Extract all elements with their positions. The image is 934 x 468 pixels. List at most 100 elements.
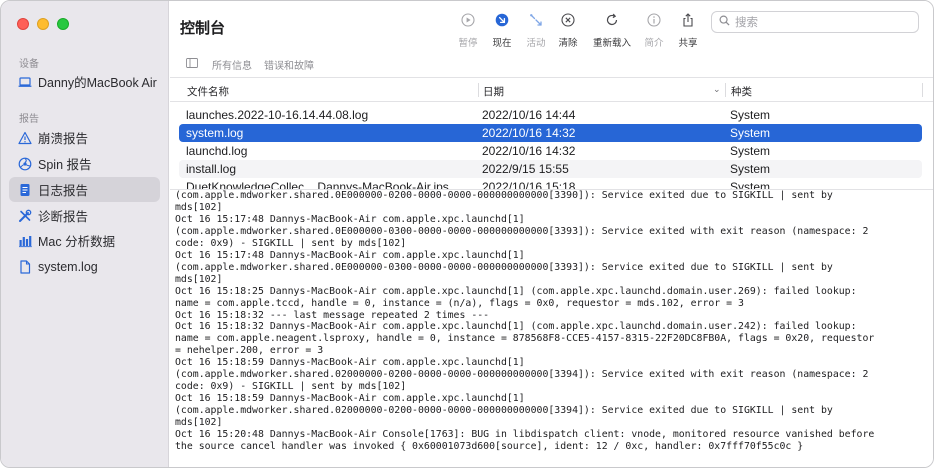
table-row[interactable]: launchd.log 2022/10/16 14:32 System xyxy=(179,142,922,160)
log-line: (com.apple.mdworker.shared.0E000000-0300… xyxy=(175,225,869,237)
reload-label: 重新载入 xyxy=(592,38,631,49)
column-header: 文件名称 日期 ⌄ 种类 xyxy=(170,79,933,101)
tab-all-messages[interactable]: 所有信息 xyxy=(212,57,252,72)
log-line: name = com.apple.neagent.lsproxy, handle… xyxy=(175,333,875,345)
log-line: name = com.apple.tccd, handle = 0, insta… xyxy=(175,297,744,309)
log-line: Oct 16 15:18:32 --- last message repeate… xyxy=(175,309,490,321)
sidebar-item-system-log[interactable]: system.log xyxy=(9,254,160,279)
search-field[interactable]: 搜索 xyxy=(711,11,919,33)
log-line: code: 0x9) - SIGKILL | sent by mds[102] xyxy=(175,237,407,249)
window-controls xyxy=(17,18,69,30)
file-kind: System xyxy=(730,180,771,189)
log-line: the source cancel handler was invoked { … xyxy=(175,441,804,453)
log-content[interactable]: (com.apple.mdworker.shared.0E000000-0200… xyxy=(175,190,930,467)
column-name[interactable]: 文件名称 xyxy=(187,84,229,99)
sidebar-item-diagnostic-reports[interactable]: 诊断报告 xyxy=(9,203,160,228)
sidebar-item-label: Danny的MacBook Air xyxy=(38,76,157,90)
tab-errors-faults[interactable]: 错误和故障 xyxy=(264,57,314,72)
now-icon xyxy=(495,13,509,30)
share-label: 共享 xyxy=(678,38,698,49)
share-icon xyxy=(681,12,695,30)
sidebar-item-label: system.log xyxy=(38,259,98,274)
sidebar-item-device[interactable]: Danny的MacBook Air xyxy=(9,69,160,94)
file-list: launches.2022-10-16.14.44.08.log 2022/10… xyxy=(179,106,922,189)
share-button[interactable]: 共享 xyxy=(666,11,710,49)
file-name: launchd.log xyxy=(186,144,248,158)
pause-icon xyxy=(461,12,475,30)
activity-icon xyxy=(529,13,543,30)
file-name: install.log xyxy=(186,162,237,176)
log-line: (com.apple.mdworker.shared.0E000000-0200… xyxy=(175,190,833,201)
sidebar-item-label: 诊断报告 xyxy=(38,210,89,224)
table-row-selected[interactable]: system.log 2022/10/16 14:32 System xyxy=(179,124,922,142)
filter-bar: 所有信息 错误和故障 xyxy=(170,53,933,75)
sidebar-item-spin-reports[interactable]: Spin 报告 xyxy=(9,151,160,176)
file-date: 2022/10/16 15:18 xyxy=(482,180,576,189)
log-line: mds[102] xyxy=(175,273,223,285)
log-line: Oct 16 15:18:32 Dannys-MacBook-Air com.a… xyxy=(175,321,857,333)
log-line: Oct 16 15:18:25 Dannys-MacBook-Air com.a… xyxy=(175,285,857,297)
sidebar-item-label: 日志报告 xyxy=(38,184,89,198)
search-icon xyxy=(719,15,735,29)
column-kind[interactable]: 种类 xyxy=(731,84,752,99)
column-date[interactable]: 日期 xyxy=(483,84,504,99)
sidebar-item-crash-reports[interactable]: 崩溃报告 xyxy=(9,125,160,150)
info-icon xyxy=(647,12,661,30)
log-line: mds[102] xyxy=(175,417,223,429)
file-name: launches.2022-10-16.14.44.08.log xyxy=(186,108,369,122)
log-line: = nehelper.200, error = 3 xyxy=(175,345,324,357)
close-window-button[interactable] xyxy=(17,18,29,30)
file-date: 2022/10/16 14:32 xyxy=(482,144,576,158)
column-separator[interactable] xyxy=(725,83,726,97)
table-row[interactable]: DuetKnowledgeCollec... Dannys-MacBook-Ai… xyxy=(179,178,922,189)
header-divider xyxy=(170,77,933,78)
minimize-window-button[interactable] xyxy=(37,18,49,30)
file-date: 2022/9/15 15:55 xyxy=(482,162,569,176)
sidebar-item-log-reports[interactable]: 日志报告 xyxy=(9,177,160,202)
search-placeholder: 搜索 xyxy=(735,17,758,29)
reload-icon xyxy=(605,13,619,30)
log-line: Oct 16 15:17:48 Dannys-MacBook-Air com.a… xyxy=(175,213,525,225)
sidebar: 设备 Danny的MacBook Air 报告 崩溃报告 Spin 报告 日志报… xyxy=(1,1,169,467)
file-name: system.log xyxy=(186,126,244,140)
table-row[interactable]: install.log 2022/9/15 15:55 System xyxy=(179,160,922,178)
spin-icon xyxy=(18,157,32,171)
sidebar-toggle-icon[interactable] xyxy=(186,57,212,71)
log-line: Oct 16 15:20:48 Dannys-MacBook-Air Conso… xyxy=(175,429,875,441)
log-line: (com.apple.mdworker.shared.02000000-0200… xyxy=(175,405,833,417)
table-row[interactable]: launches.2022-10-16.14.44.08.log 2022/10… xyxy=(179,106,922,124)
file-kind: System xyxy=(730,162,771,176)
sort-chevron-icon: ⌄ xyxy=(713,84,721,94)
devices-section-header: 设备 xyxy=(19,59,39,70)
console-window: 设备 Danny的MacBook Air 报告 崩溃报告 Spin 报告 日志报… xyxy=(0,0,934,468)
column-separator[interactable] xyxy=(922,83,923,97)
clear-button[interactable]: 清除 xyxy=(546,11,590,49)
sidebar-item-label: Spin 报告 xyxy=(38,158,92,172)
log-line: (com.apple.mdworker.shared.02000000-0200… xyxy=(175,369,869,381)
sidebar-item-label: Mac 分析数据 xyxy=(38,235,116,249)
file-kind: System xyxy=(730,108,771,122)
zoom-window-button[interactable] xyxy=(57,18,69,30)
document-icon xyxy=(18,183,32,197)
file-date: 2022/10/16 14:44 xyxy=(482,108,576,122)
log-line: Oct 16 15:17:48 Dannys-MacBook-Air com.a… xyxy=(175,249,525,261)
file-kind: System xyxy=(730,144,771,158)
warning-icon xyxy=(18,131,32,145)
file-kind: System xyxy=(730,126,771,140)
main-pane: 控制台 暂停 现在 活动 清除 重新载入 简介 共享 搜索 所有信息 错误和故障… xyxy=(170,1,933,467)
log-line: Oct 16 15:18:59 Dannys-MacBook-Air com.a… xyxy=(175,393,525,405)
sidebar-item-mac-analytics[interactable]: Mac 分析数据 xyxy=(9,228,160,253)
column-divider xyxy=(170,101,933,102)
log-line: (com.apple.mdworker.shared.0E000000-0300… xyxy=(175,261,833,273)
file-icon xyxy=(18,259,32,274)
bar-chart-icon xyxy=(18,234,32,248)
reports-section-header: 报告 xyxy=(19,114,39,125)
column-separator[interactable] xyxy=(478,83,479,97)
reload-button[interactable]: 重新载入 xyxy=(589,11,635,49)
sidebar-item-label: 崩溃报告 xyxy=(38,132,89,146)
log-line: mds[102] xyxy=(175,201,223,213)
tools-icon xyxy=(18,209,32,223)
file-date: 2022/10/16 14:32 xyxy=(482,126,576,140)
clear-label: 清除 xyxy=(558,38,578,49)
laptop-icon xyxy=(18,75,32,89)
